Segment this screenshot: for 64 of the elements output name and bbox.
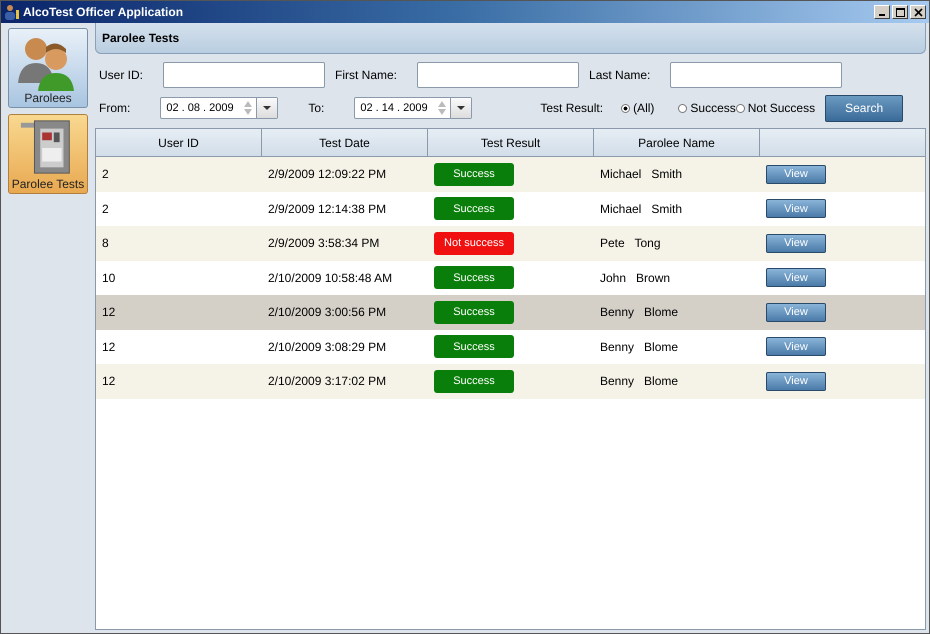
page-title: Parolee Tests (102, 31, 180, 45)
table-cell: 12 (102, 340, 116, 354)
table-row[interactable]: 8 2/9/2009 3:58:34 PM Not success Pete Tong View (96, 226, 925, 260)
search-button[interactable]: Search (825, 94, 904, 122)
field-label: User ID: (99, 68, 144, 82)
table-cell: 2 (102, 167, 109, 182)
table-cell: 2/10/2009 3:17:02 PM (268, 374, 386, 388)
close-button[interactable] (910, 5, 926, 19)
table-cell: 2/9/2009 12:09:22 PM (268, 167, 386, 182)
field-label: To: (308, 101, 324, 115)
table-cell: Benny Blome (600, 340, 678, 354)
field-label: First Name: (335, 68, 398, 82)
table-cell: 2/10/2009 10:58:48 AM (268, 270, 392, 285)
table-cell: John Brown (600, 270, 670, 285)
table-row[interactable]: 12 2/10/2009 3:00:56 PM Success Benny Blome View (96, 295, 925, 330)
radio-option[interactable]: Not Success (736, 92, 816, 124)
maximize-button[interactable] (892, 5, 908, 19)
status-badge: Not success (434, 232, 514, 255)
table-cell: 12 (102, 374, 116, 388)
status-badge: Success (434, 266, 514, 290)
status-badge: Success (434, 370, 514, 393)
sidebar-item[interactable]: Parolee Tests (8, 114, 88, 194)
field-label: Test Result: (540, 101, 604, 115)
spinner-icon (437, 100, 448, 116)
maximize-icon (896, 8, 904, 16)
minimize-button[interactable] (874, 5, 890, 19)
table-cell: 12 (102, 305, 116, 320)
caret-icon (457, 106, 466, 110)
window-title: AlcoTest Officer Application (23, 5, 184, 19)
app-icon (4, 4, 20, 20)
table-cell: Michael Smith (600, 202, 682, 216)
field-label: From: (99, 101, 130, 115)
table-cell: 2/9/2009 3:58:34 PM (268, 236, 380, 250)
date-picker[interactable]: 02 . 08 . 2009 (160, 97, 278, 119)
radio-option[interactable]: Success (678, 101, 736, 115)
spinner-icon (243, 100, 254, 116)
close-icon (914, 8, 922, 16)
table-cell: 2/10/2009 3:08:29 PM (268, 340, 386, 354)
table-cell: 8 (102, 236, 109, 250)
table-cell: 2/10/2009 3:00:56 PM (268, 305, 386, 320)
radio-option[interactable]: (All) (621, 101, 654, 115)
dropdown-button[interactable] (450, 98, 472, 118)
table-cell: Pete Tong (600, 236, 660, 250)
user-id-field[interactable] (163, 62, 326, 88)
table-cell: Benny Blome (600, 305, 678, 320)
table-cell: Michael Smith (600, 167, 682, 182)
first-name-field[interactable] (417, 62, 580, 88)
sidebar-item[interactable]: Parolees (8, 28, 88, 108)
status-badge: Success (434, 300, 514, 324)
table-cell: 2/9/2009 12:14:38 PM (268, 202, 386, 216)
minimize-icon (879, 14, 885, 16)
table-row[interactable]: 12 2/10/2009 3:17:02 PM Success Benny Blome View (96, 364, 925, 398)
status-badge: Success (434, 335, 514, 358)
table-cell: 10 (102, 270, 116, 285)
dropdown-button[interactable] (256, 98, 278, 118)
last-name-field[interactable] (670, 62, 842, 88)
caret-icon (263, 106, 272, 110)
table-cell: Benny Blome (600, 374, 678, 388)
table-row[interactable]: 2 2/9/2009 12:09:22 PM Success Michael Smith View (96, 157, 925, 192)
table-cell: 2 (102, 202, 109, 216)
status-badge: Success (434, 197, 514, 220)
field-label: Last Name: (589, 68, 650, 82)
status-badge: Success (434, 162, 514, 186)
date-picker[interactable]: 02 . 14 . 2009 (354, 97, 472, 119)
